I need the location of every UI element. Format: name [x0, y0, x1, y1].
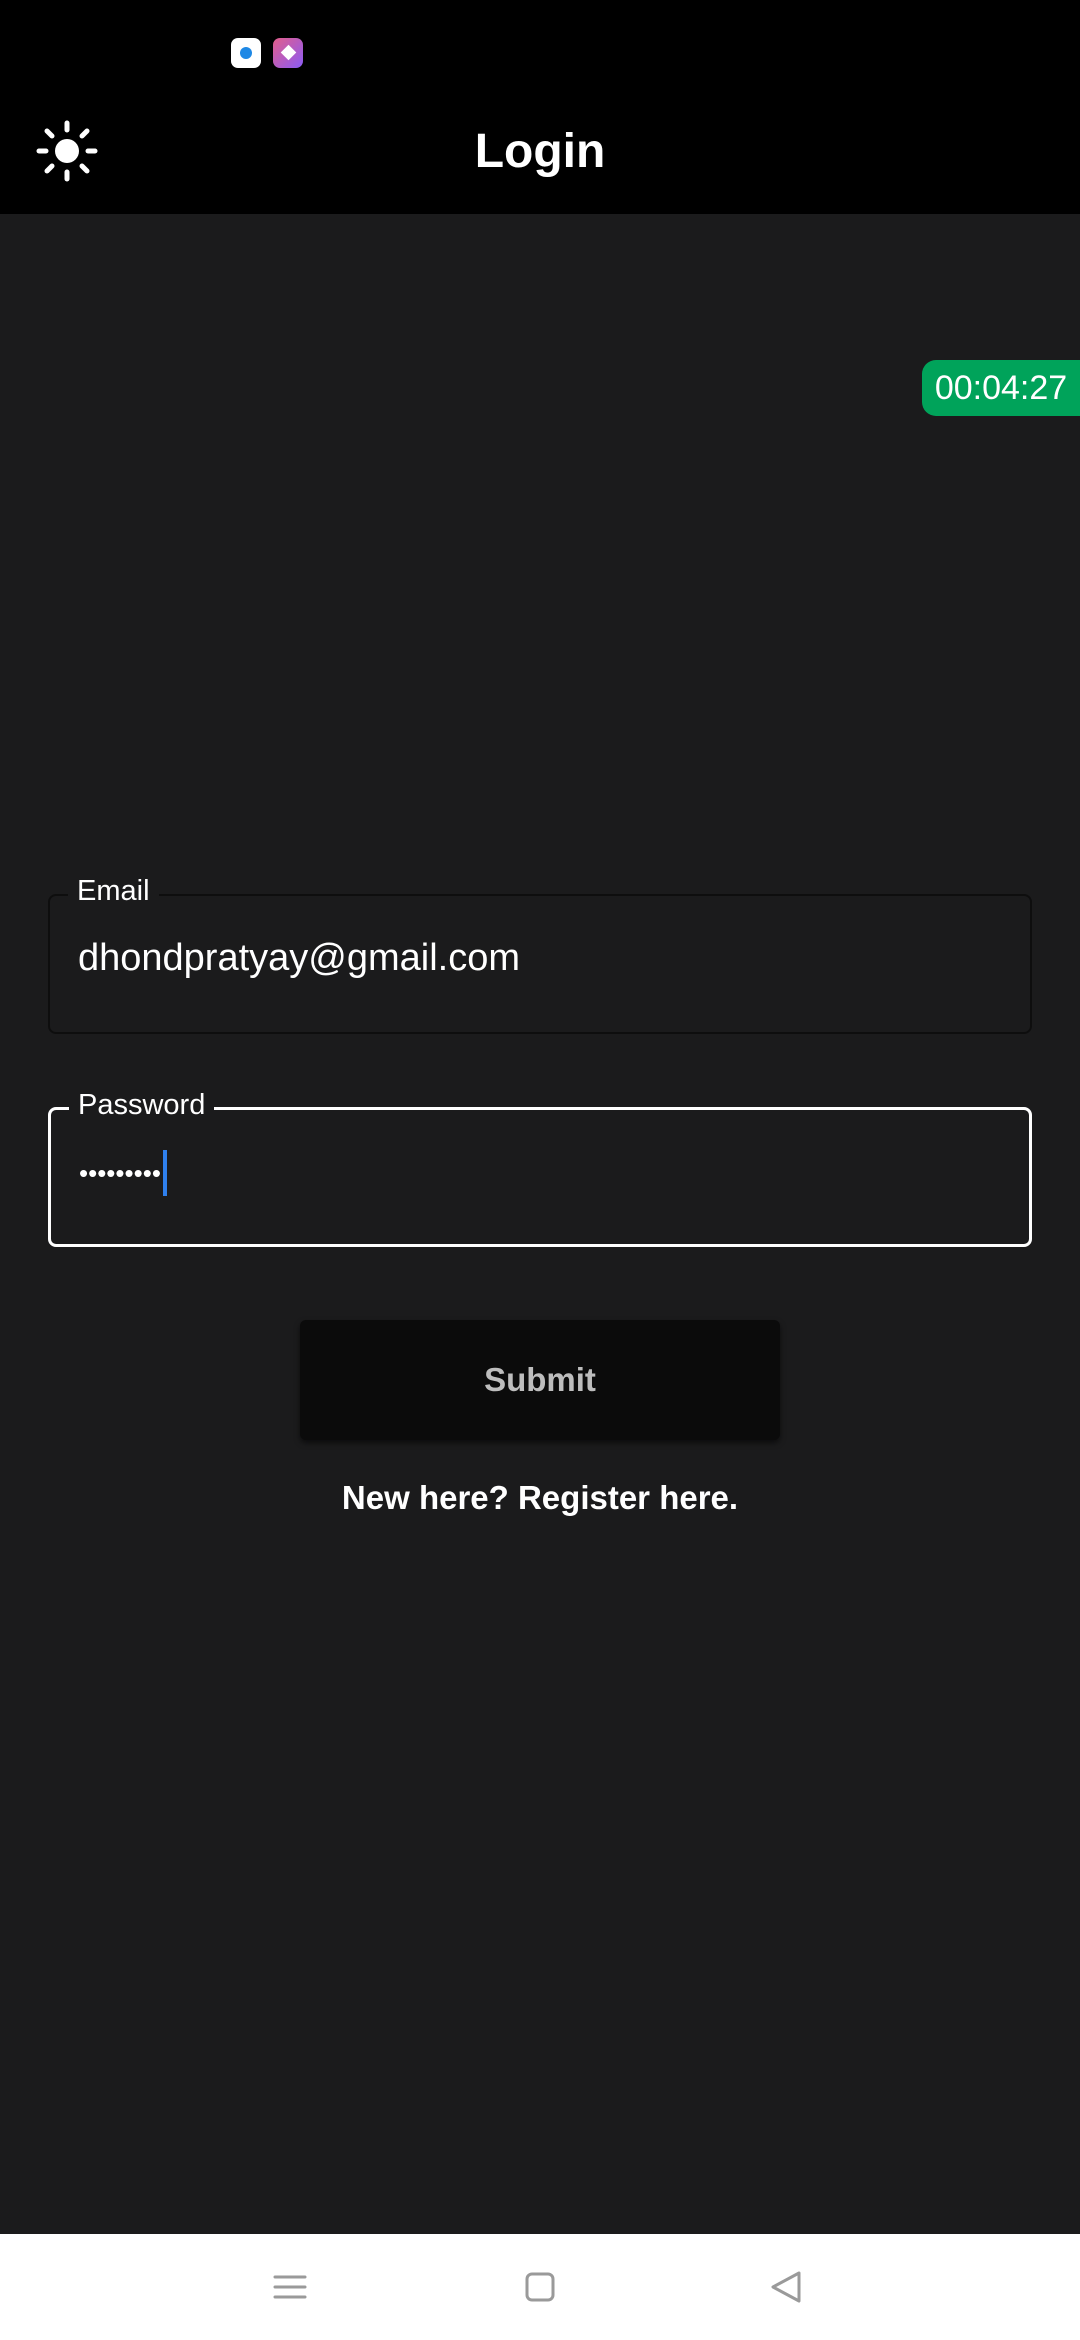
app-bar: Login: [0, 90, 1080, 214]
sun-icon[interactable]: [36, 120, 98, 182]
system-nav-bar: [0, 2234, 1080, 2340]
timer-badge: 00:04:27: [922, 360, 1080, 416]
register-link[interactable]: New here? Register here.: [0, 1476, 1080, 1520]
password-label: Password: [69, 1084, 215, 1126]
email-field[interactable]: Email dhondpratyay@gmail.com: [48, 870, 1032, 1034]
email-label: Email: [68, 870, 159, 912]
password-input[interactable]: •••••••••: [79, 1148, 167, 1198]
password-field[interactable]: Password •••••••••: [48, 1084, 1032, 1247]
circle-app-icon: [231, 38, 261, 68]
submit-button[interactable]: Submit: [300, 1320, 780, 1440]
page-title: Login: [474, 125, 606, 178]
password-masked-value: •••••••••: [79, 1158, 161, 1188]
email-value[interactable]: dhondpratyay@gmail.com: [78, 936, 520, 980]
back-triangle-icon[interactable]: [726, 2234, 846, 2340]
pencil-app-icon: [273, 38, 303, 68]
text-caret: [162, 1150, 167, 1196]
home-square-icon[interactable]: [480, 2234, 600, 2340]
menu-icon[interactable]: [230, 2234, 350, 2340]
status-bar: [0, 0, 1080, 90]
